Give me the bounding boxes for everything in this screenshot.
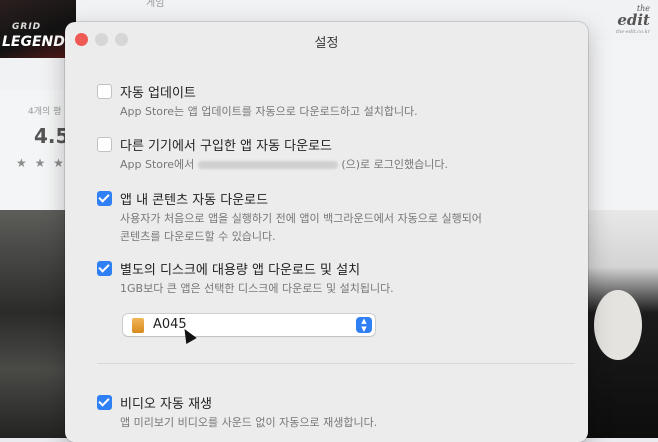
titlebar[interactable]: 설정 xyxy=(65,22,588,58)
screenshot-thumbnail-left[interactable] xyxy=(0,210,72,438)
disk-icon xyxy=(132,318,144,333)
option-label: 별도의 디스크에 대용량 앱 다운로드 및 설치 xyxy=(120,263,361,278)
updown-chevron-icon[interactable]: ▲ ▼ xyxy=(356,317,372,333)
watermark: the edit the-edit.co.kr xyxy=(616,4,650,35)
rating-stars: ★ ★ ★ xyxy=(16,156,66,170)
option-label: 앱 내 콘텐츠 자동 다운로드 xyxy=(120,193,269,208)
redacted-account xyxy=(197,161,338,169)
disk-select[interactable]: A045 ▲ ▼ xyxy=(123,314,375,336)
option-label: 자동 업데이트 xyxy=(120,86,196,101)
in-app-content-checkbox[interactable] xyxy=(97,191,112,206)
background-top-text: 게임 xyxy=(146,0,165,9)
separate-disk-checkbox[interactable] xyxy=(97,261,112,276)
window-title: 설정 xyxy=(314,36,339,51)
video-autoplay-checkbox[interactable] xyxy=(97,395,112,410)
option-description: App Store에서 (으)로 로그인했습니다. xyxy=(120,158,448,171)
ratings-count: 4개의 평 xyxy=(28,107,62,117)
option-label: 비디오 자동 재생 xyxy=(120,397,212,412)
divider xyxy=(97,363,575,364)
game-logo-top-text: GRID xyxy=(12,22,42,32)
settings-window: 설정 자동 업데이트 App Store는 앱 업데이트를 자동으로 다운로드하… xyxy=(65,22,588,442)
option-description: 사용자가 처음으로 앱을 실행하기 전에 앱이 백그라운드에서 자동으로 실행되… xyxy=(120,212,482,243)
option-label: 다른 기기에서 구입한 앱 자동 다운로드 xyxy=(120,139,333,154)
option-description: App Store는 앱 업데이트를 자동으로 다운로드하고 설치합니다. xyxy=(120,105,418,118)
screenshot-thumbnail-right[interactable] xyxy=(586,210,658,438)
right-panel xyxy=(588,40,658,210)
option-description: 1GB보다 큰 앱은 선택한 디스크에 다운로드 및 설치됩니다. xyxy=(120,282,394,295)
auto-download-checkbox[interactable] xyxy=(97,137,112,152)
auto-update-checkbox[interactable] xyxy=(97,84,112,99)
option-description: 앱 미리보기 비디오를 사운드 없이 자동으로 재생합니다. xyxy=(120,416,378,429)
